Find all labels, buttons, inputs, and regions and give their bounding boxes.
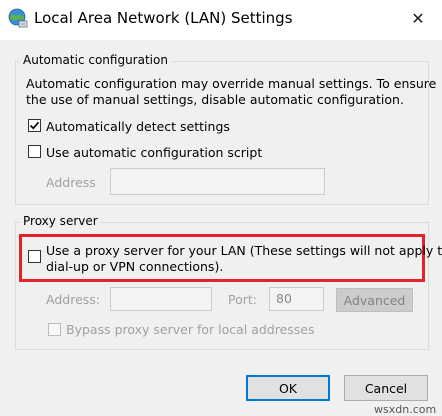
auto-script-checkbox[interactable] bbox=[28, 145, 41, 158]
proxy-port-input[interactable]: 80 bbox=[269, 287, 324, 311]
bypass-local-checkbox[interactable] bbox=[48, 323, 61, 336]
proxy-highlight-box bbox=[19, 234, 425, 282]
proxy-address-label: Address: bbox=[46, 292, 100, 307]
advanced-button[interactable]: Advanced bbox=[336, 288, 413, 312]
window-title: Local Area Network (LAN) Settings bbox=[34, 9, 293, 27]
script-address-label: Address bbox=[46, 175, 96, 190]
ok-button[interactable]: OK bbox=[246, 375, 330, 401]
use-proxy-checkbox[interactable] bbox=[28, 250, 41, 263]
script-address-input[interactable] bbox=[110, 168, 325, 195]
auto-config-description-line1: Automatic configuration may override man… bbox=[26, 76, 437, 91]
auto-config-legend: Automatic configuration bbox=[20, 53, 171, 67]
auto-detect-checkbox[interactable] bbox=[28, 119, 41, 132]
proxy-address-input[interactable] bbox=[110, 287, 212, 311]
proxy-server-legend: Proxy server bbox=[20, 214, 101, 228]
checkmark-icon bbox=[29, 121, 40, 130]
use-proxy-label-line1[interactable]: Use a proxy server for your LAN (These s… bbox=[46, 243, 442, 258]
proxy-port-label: Port: bbox=[228, 292, 257, 307]
network-globe-icon bbox=[8, 8, 28, 28]
cancel-button[interactable]: Cancel bbox=[344, 375, 428, 401]
auto-config-description-line2: the use of manual settings, disable auto… bbox=[26, 92, 404, 107]
bypass-local-label[interactable]: Bypass proxy server for local addresses bbox=[66, 322, 315, 337]
title-bar: Local Area Network (LAN) Settings ✕ bbox=[0, 0, 442, 40]
watermark: wsxdn.com bbox=[374, 403, 437, 416]
close-icon: ✕ bbox=[411, 8, 425, 28]
auto-script-label[interactable]: Use automatic configuration script bbox=[46, 145, 262, 160]
close-button[interactable]: ✕ bbox=[398, 0, 438, 36]
use-proxy-label-line2[interactable]: dial-up or VPN connections). bbox=[46, 259, 223, 274]
auto-detect-label[interactable]: Automatically detect settings bbox=[46, 119, 230, 134]
